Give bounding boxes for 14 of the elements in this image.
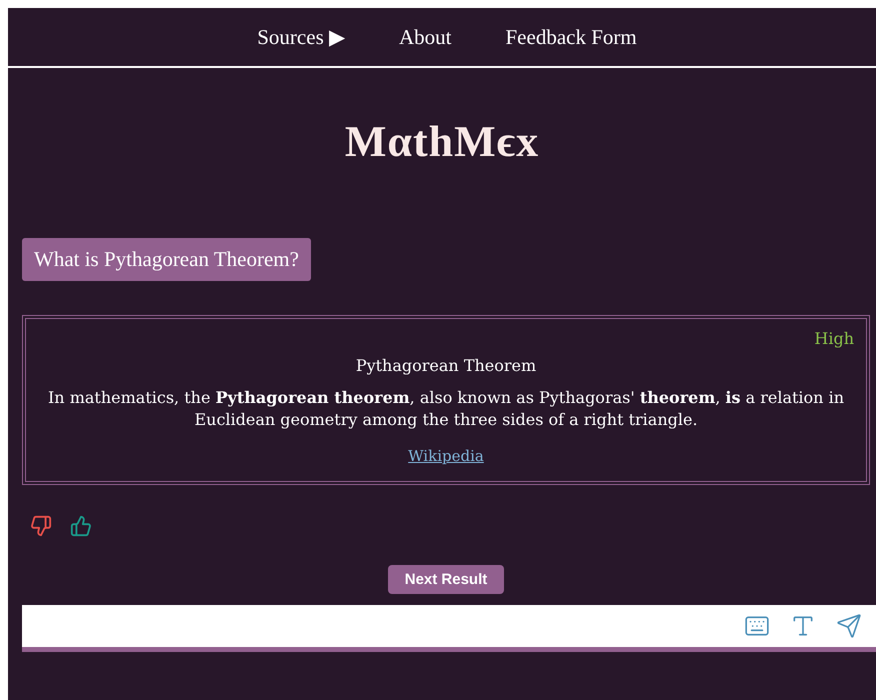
nav-link[interactable]: About bbox=[399, 24, 452, 50]
query-bubble: What is Pythagorean Theorem? bbox=[22, 238, 311, 281]
result-title: Pythagorean Theorem bbox=[356, 356, 536, 375]
nav-link[interactable]: Sources ▶ bbox=[257, 24, 345, 50]
next-result-button[interactable]: Next Result bbox=[388, 565, 504, 594]
source-link[interactable]: Wikipedia bbox=[408, 447, 484, 465]
logo: MαthMϵx bbox=[344, 116, 540, 168]
confidence-label: High bbox=[814, 329, 854, 348]
thumbs-down-icon[interactable] bbox=[30, 515, 52, 537]
chat-input-bar[interactable] bbox=[22, 605, 876, 652]
result-text: In mathematics, the Pythagorean theorem, also known as Pythagoras' theorem, is a relation in Euclidean geometry among the three sides of a right triangle. bbox=[46, 387, 845, 431]
thumbs-up-icon[interactable] bbox=[70, 515, 92, 537]
nav-link[interactable]: Feedback Form bbox=[506, 24, 637, 50]
send-icon[interactable] bbox=[836, 613, 862, 639]
